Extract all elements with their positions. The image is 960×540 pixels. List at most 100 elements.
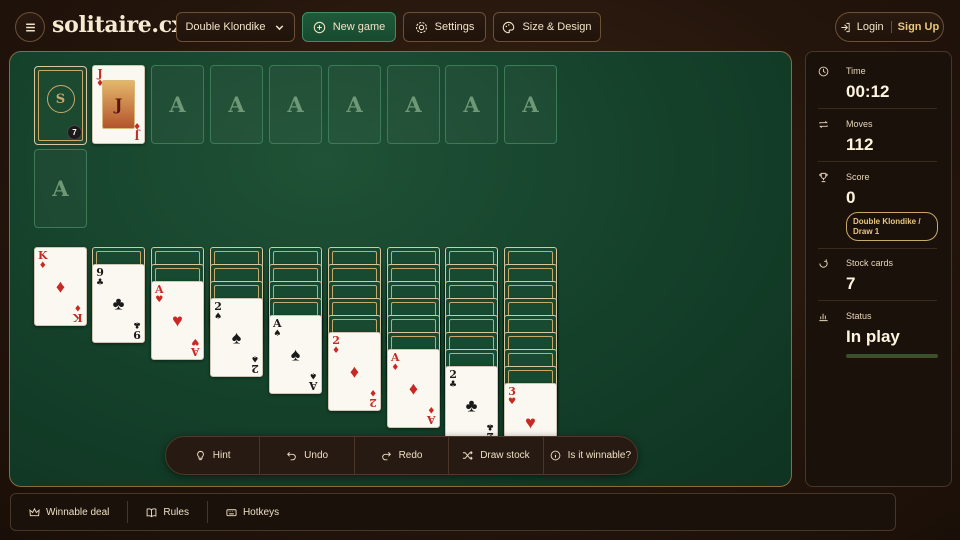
card-corner-index: 2 ♠ bbox=[250, 353, 259, 375]
hint-button[interactable]: Hint bbox=[166, 437, 261, 474]
new-game-label: New game bbox=[332, 21, 386, 33]
card-corner-index: A ♦ bbox=[427, 404, 436, 426]
stock-stat: Stock cards 7 bbox=[818, 258, 937, 301]
hotkeys-link[interactable]: Hotkeys bbox=[208, 501, 297, 523]
settings-button[interactable]: Settings bbox=[403, 12, 486, 42]
time-value: 00:12 bbox=[846, 82, 890, 101]
card-suit-pip: ♥ bbox=[172, 310, 183, 330]
signup-button[interactable]: Sign Up bbox=[892, 21, 940, 33]
game-mode-label: Double Klondike bbox=[185, 21, 266, 33]
hotkeys-label: Hotkeys bbox=[242, 506, 280, 518]
moves-stat: Moves 112 bbox=[818, 119, 937, 162]
card-corner-index: A ♥ bbox=[191, 336, 200, 358]
foundation-slot[interactable]: A bbox=[504, 65, 557, 144]
undo-button[interactable]: Undo bbox=[260, 437, 355, 474]
info-icon bbox=[550, 450, 560, 461]
menu-button[interactable] bbox=[15, 12, 45, 42]
face-up-card[interactable]: 2 ♦ ♦ 2 ♦ bbox=[328, 332, 381, 411]
face-up-card[interactable]: A ♠ ♠ A ♠ bbox=[269, 315, 322, 394]
card-suit-pip: ♠ bbox=[290, 344, 301, 364]
card-suit-pip: ♥ bbox=[525, 412, 536, 432]
time-label: Time bbox=[846, 66, 866, 76]
game-mode-dropdown[interactable]: Double Klondike bbox=[176, 12, 295, 42]
card-corner-index: A ♥ bbox=[155, 283, 164, 305]
face-up-card[interactable]: 2 ♠ ♠ 2 ♠ bbox=[210, 298, 263, 377]
chevron-down-icon bbox=[275, 24, 283, 30]
card-suit-pip: ♦ bbox=[408, 378, 419, 398]
moves-label: Moves bbox=[846, 119, 873, 129]
winnable-check-label: Is it winnable? bbox=[567, 450, 632, 461]
foundation-slot[interactable]: A bbox=[387, 65, 440, 144]
face-up-card[interactable]: K ♦ ♦ K ♦ bbox=[34, 247, 87, 326]
solitaire-emblem-icon: S bbox=[46, 85, 75, 114]
card-corner-index: K ♦ bbox=[38, 249, 48, 271]
status-label: Status bbox=[846, 311, 872, 321]
undo-label: Undo bbox=[304, 450, 329, 461]
card-suit-pip: ♠ bbox=[231, 327, 242, 347]
foundation-slot[interactable]: A bbox=[34, 149, 87, 228]
login-icon bbox=[841, 22, 850, 32]
moves-value: 112 bbox=[846, 135, 874, 154]
action-bar: Hint Undo Redo Draw stock Is it winnable… bbox=[165, 436, 638, 475]
size-design-button[interactable]: Size & Design bbox=[493, 12, 601, 42]
card-corner-index: 2 ♦ bbox=[332, 334, 341, 356]
foundation-slot[interactable]: A bbox=[151, 65, 204, 144]
jack-face-icon: J bbox=[102, 80, 135, 129]
face-up-card[interactable]: A ♥ ♥ A ♥ bbox=[151, 281, 204, 360]
login-button[interactable]: Login bbox=[840, 21, 892, 33]
winnable-check-button[interactable]: Is it winnable? bbox=[544, 437, 637, 474]
redo-button[interactable]: Redo bbox=[355, 437, 450, 474]
gear-icon bbox=[415, 21, 427, 33]
crown-icon bbox=[29, 507, 40, 516]
card-corner-index: 2 ♠ bbox=[214, 300, 223, 322]
card-corner-index: 2 ♦ bbox=[368, 387, 377, 409]
hamburger-icon bbox=[25, 22, 35, 32]
draw-stock-button[interactable]: Draw stock bbox=[449, 437, 544, 474]
clock-icon bbox=[818, 66, 829, 77]
stats-panel: Time 00:12 Moves 112 Score 0 Double Klon… bbox=[805, 51, 952, 487]
card-suit-pip: ♣ bbox=[112, 293, 125, 313]
site-logo[interactable]: solitaire.cx bbox=[52, 12, 185, 38]
new-game-button[interactable]: New game bbox=[302, 12, 396, 42]
foundation-slot[interactable]: A bbox=[445, 65, 498, 144]
game-board: S 7 J ♦ J J ♦ A A A A A A A A K ♦ ♦ K ♦ 9 ♣ ♣ 9 ♣ A ♥… bbox=[9, 51, 792, 487]
status-progress-bar bbox=[846, 354, 938, 358]
face-up-card[interactable]: 9 ♣ ♣ 9 ♣ bbox=[92, 264, 145, 343]
undo-icon bbox=[287, 451, 296, 461]
lightbulb-icon bbox=[196, 450, 204, 461]
score-label: Score bbox=[846, 172, 870, 182]
repeat-icon bbox=[819, 120, 828, 129]
settings-label: Settings bbox=[434, 21, 475, 33]
stock-value: 7 bbox=[846, 274, 856, 293]
foundation-slot[interactable]: A bbox=[269, 65, 322, 144]
card-corner-index: 3♥ bbox=[508, 385, 517, 407]
status-value: In play bbox=[846, 327, 900, 346]
bar-chart-icon bbox=[819, 313, 828, 322]
status-stat: Status In play bbox=[818, 311, 937, 359]
card-corner-index: A ♠ bbox=[273, 317, 282, 339]
draw-stock-label: Draw stock bbox=[480, 450, 530, 461]
card-corner-index: A ♦ bbox=[391, 351, 400, 373]
game-mode-badge: Double Klondike / Draw 1 bbox=[846, 212, 938, 241]
winnable-deal-label: Winnable deal bbox=[46, 506, 110, 518]
winnable-deal-link[interactable]: Winnable deal bbox=[11, 501, 129, 523]
foundation-slot[interactable]: A bbox=[210, 65, 263, 144]
card-suit-pip: ♦ bbox=[55, 276, 66, 296]
card-corner-index: 9 ♣ bbox=[132, 319, 141, 341]
foundation-slot[interactable]: A bbox=[328, 65, 381, 144]
rules-link[interactable]: Rules bbox=[128, 501, 208, 523]
waste-card[interactable]: J ♦ J J ♦ bbox=[92, 65, 145, 144]
stock-count-badge: 7 bbox=[67, 125, 82, 140]
rules-label: Rules bbox=[163, 506, 189, 518]
score-value: 0 bbox=[846, 188, 856, 207]
redo-label: Redo bbox=[398, 450, 423, 461]
face-up-card[interactable]: 2♣♣2♣ bbox=[445, 366, 498, 445]
plus-circle-icon bbox=[313, 21, 325, 33]
hint-label: Hint bbox=[212, 450, 231, 461]
refresh-icon bbox=[819, 259, 828, 268]
login-label: Login bbox=[856, 21, 884, 33]
card-corner-index: 9 ♣ bbox=[96, 266, 105, 288]
redo-icon bbox=[381, 451, 391, 461]
stock-pile[interactable]: S 7 bbox=[34, 66, 87, 145]
face-up-card[interactable]: A ♦ ♦ A ♦ bbox=[387, 349, 440, 428]
